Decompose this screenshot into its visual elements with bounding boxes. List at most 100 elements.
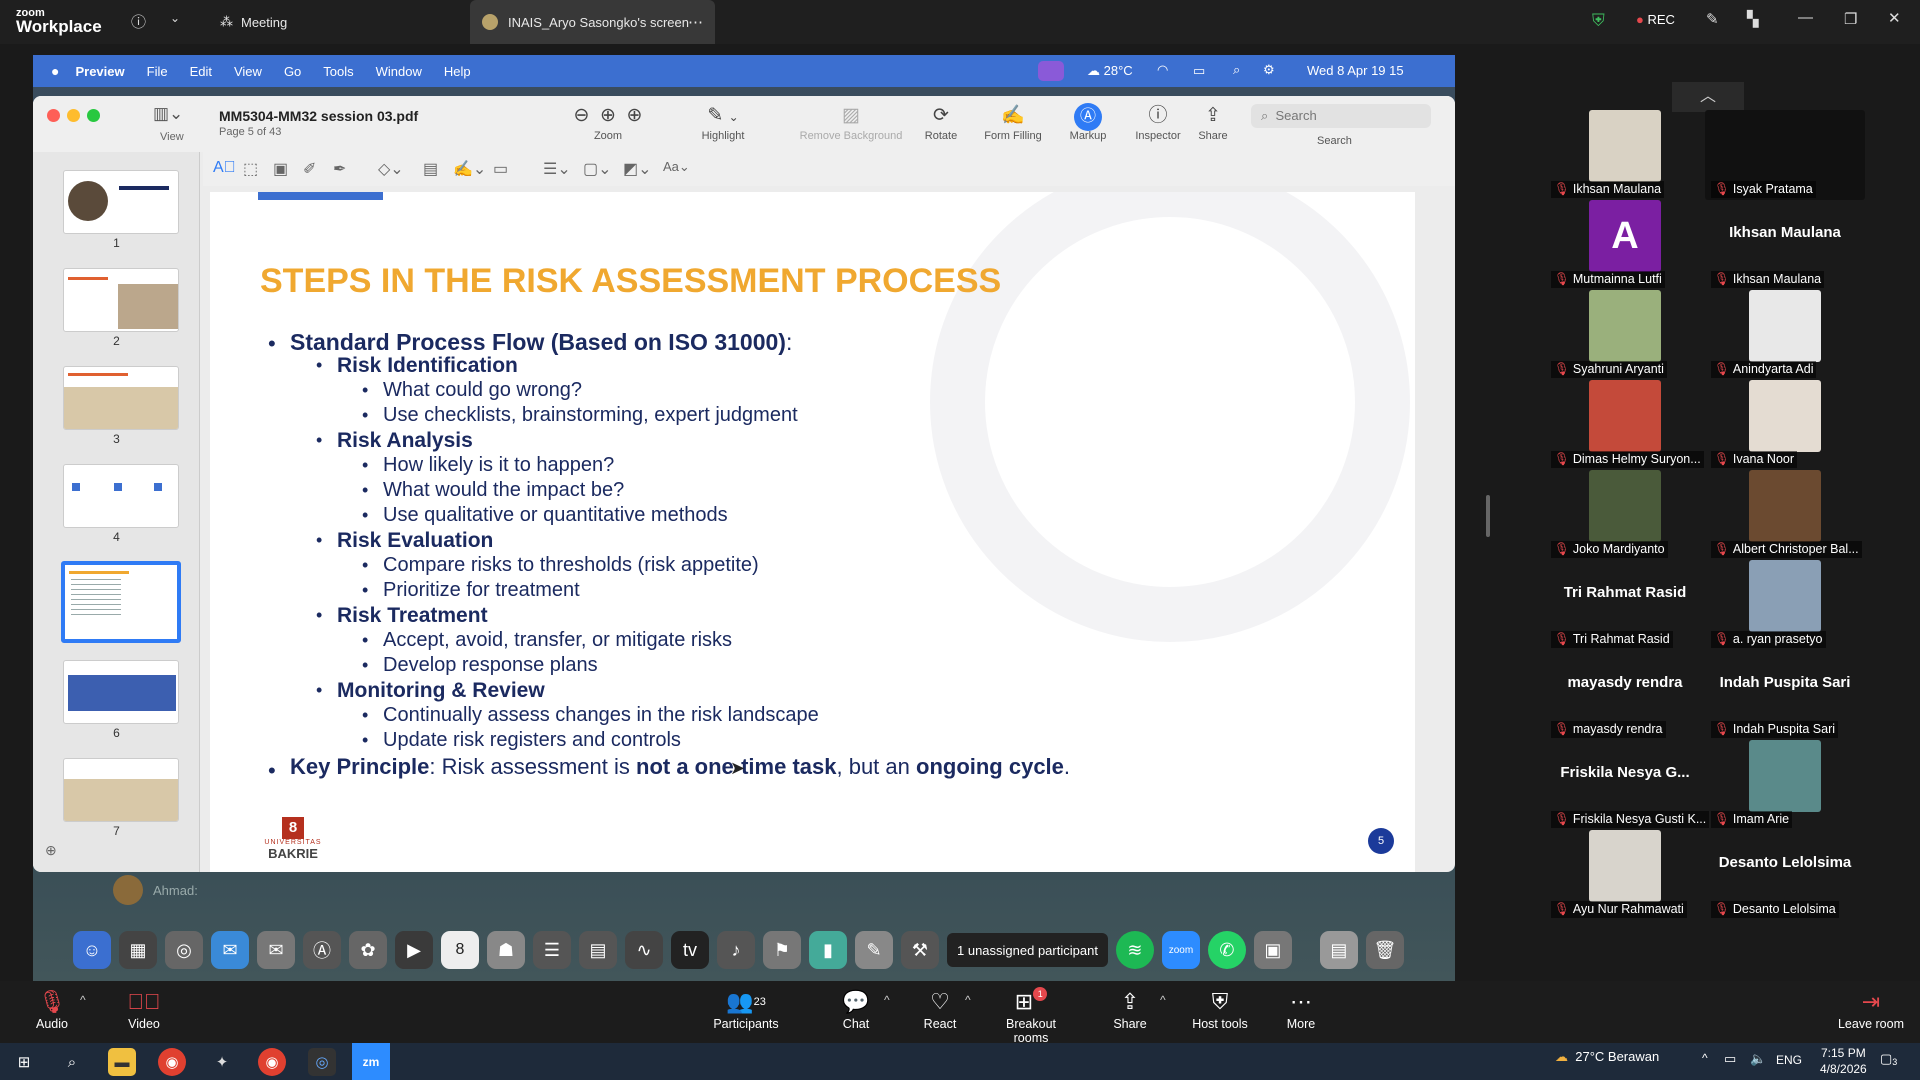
- note-icon[interactable]: ▭: [493, 159, 508, 179]
- collapse-gallery-button[interactable]: ︿: [1672, 82, 1744, 112]
- tv-icon[interactable]: tv: [671, 931, 709, 969]
- participant-tile[interactable]: 🎙 Ayu Nur Rahmawati: [1545, 830, 1705, 918]
- whatsapp-icon[interactable]: ✆: [1207, 931, 1246, 969]
- notes-icon[interactable]: ▤: [579, 931, 617, 969]
- menu-tools[interactable]: Tools: [323, 64, 353, 79]
- keynote-icon[interactable]: ⚑: [763, 931, 801, 969]
- add-page-icon[interactable]: ⊕: [45, 842, 57, 859]
- thumbnail-6[interactable]: [63, 660, 179, 724]
- search-input[interactable]: ⌕ Search: [1251, 104, 1431, 128]
- shape-style-icon[interactable]: ☰⌄: [543, 159, 571, 179]
- zoom-out-icon[interactable]: ⊖: [574, 105, 590, 126]
- search-icon[interactable]: ⌕: [58, 1048, 86, 1076]
- chrome-icon[interactable]: ◉: [158, 1048, 186, 1076]
- freeform-icon[interactable]: ∿: [625, 931, 663, 969]
- participant-tile[interactable]: 🎙 Isyak Pratama: [1705, 110, 1865, 200]
- participant-tile[interactable]: Tri Rahmat Rasid 🎙 Tri Rahmat Rasid: [1545, 560, 1705, 648]
- battery-icon[interactable]: ▭: [1193, 63, 1205, 79]
- participant-tile[interactable]: 🎙 Joko Mardiyanto: [1545, 470, 1705, 558]
- app-icon[interactable]: ✦: [208, 1048, 236, 1076]
- launchpad-icon[interactable]: ▦: [119, 931, 157, 969]
- maximize-icon[interactable]: ❐: [1844, 10, 1857, 28]
- layout-icon[interactable]: ▚: [1747, 10, 1759, 28]
- participant-tile[interactable]: Indah Puspita Sari 🎙 Indah Puspita Sari: [1705, 650, 1865, 738]
- chevron-up-icon[interactable]: ^: [1160, 993, 1166, 1007]
- shapes-icon[interactable]: ◇⌄: [378, 159, 404, 179]
- participants-button[interactable]: 👥23 Participants: [713, 987, 779, 1031]
- app-icon[interactable]: ▣: [1253, 931, 1292, 969]
- facetime-icon[interactable]: ▶: [395, 931, 433, 969]
- breakout-rooms-button[interactable]: ⊞ 1 Breakout rooms: [988, 987, 1074, 1045]
- tab-shared-screen[interactable]: INAIS_Aryo Sasongko's screen ⋯: [470, 0, 715, 44]
- highlight-button[interactable]: ✎ ⌄ Highlight: [678, 102, 768, 142]
- app-store-icon[interactable]: Ⓐ: [303, 931, 341, 969]
- sketch-icon[interactable]: ✐: [303, 159, 316, 179]
- thumbnail-7[interactable]: [63, 758, 179, 822]
- share-button[interactable]: ⇪ Share: [1183, 102, 1243, 142]
- thumbnail-1[interactable]: [63, 170, 179, 234]
- participant-tile[interactable]: 🎙 Syahruni Aryanti: [1545, 290, 1705, 378]
- calendar-icon[interactable]: 8: [441, 931, 479, 969]
- participant-tile[interactable]: Ikhsan Maulana 🎙 Ikhsan Maulana: [1705, 200, 1865, 288]
- participant-tile[interactable]: 🎙 Albert Christoper Bal...: [1705, 470, 1865, 558]
- language-indicator[interactable]: ENG: [1776, 1053, 1802, 1067]
- window-minimize-button[interactable]: [67, 109, 80, 122]
- window-zoom-button[interactable]: [87, 109, 100, 122]
- participant-tile[interactable]: 🎙 Dimas Helmy Suryon...: [1545, 380, 1705, 468]
- photos-icon[interactable]: ✿: [349, 931, 387, 969]
- border-color-icon[interactable]: ▢⌄: [583, 159, 612, 179]
- markup-button[interactable]: Ⓐ Markup: [1053, 102, 1123, 142]
- fill-color-icon[interactable]: ◩⌄: [623, 159, 652, 179]
- menu-file[interactable]: File: [147, 64, 168, 79]
- audio-button[interactable]: 🎙 Audio: [32, 987, 72, 1031]
- weather-widget[interactable]: ☁ 28°C: [1087, 63, 1133, 79]
- safari-icon[interactable]: ◎: [165, 931, 203, 969]
- zoom-in-icon[interactable]: ⊕: [627, 105, 643, 126]
- participant-tile[interactable]: mayasdy rendra 🎙 mayasdy rendra: [1545, 650, 1705, 738]
- chat-button[interactable]: 💬 Chat: [836, 987, 876, 1031]
- menu-go[interactable]: Go: [284, 64, 301, 79]
- screen-mirroring-icon[interactable]: [1038, 61, 1064, 81]
- notification-center-icon[interactable]: ▢3: [1880, 1051, 1897, 1067]
- menu-help[interactable]: Help: [444, 64, 471, 79]
- thumbnail-2[interactable]: [63, 268, 179, 332]
- participant-tile[interactable]: 🎙 Ivana Noor: [1705, 380, 1865, 468]
- react-button[interactable]: ♡ React: [920, 987, 960, 1031]
- weather-widget[interactable]: ☁ 27°C Berawan: [1555, 1049, 1659, 1065]
- participant-tile[interactable]: Friskila Nesya G... 🎙 Friskila Nesya Gusti…: [1545, 740, 1710, 828]
- remove-background-button[interactable]: ▨ Remove Background: [791, 102, 911, 142]
- chevron-up-icon[interactable]: ^: [80, 993, 86, 1007]
- participant-tile[interactable]: 🎙 Anindyarta Adi: [1705, 290, 1865, 378]
- draw-icon[interactable]: ✒: [333, 159, 346, 179]
- finder-icon[interactable]: ☺: [73, 931, 111, 969]
- menu-edit[interactable]: Edit: [190, 64, 212, 79]
- xcode-icon[interactable]: ⚒: [901, 931, 939, 969]
- trash-icon[interactable]: 🗑: [1365, 931, 1404, 969]
- zoom-taskbar-icon[interactable]: zm: [352, 1043, 390, 1080]
- form-filling-button[interactable]: ✍ Form Filling: [968, 102, 1058, 142]
- downloads-icon[interactable]: ▤: [1319, 931, 1358, 969]
- contacts-icon[interactable]: ☗: [487, 931, 525, 969]
- windows-start-icon[interactable]: ⊞: [10, 1048, 38, 1076]
- menu-window[interactable]: Window: [376, 64, 422, 79]
- wifi-icon[interactable]: ◠: [1157, 62, 1168, 78]
- mail-icon[interactable]: ✉: [257, 931, 295, 969]
- sidebar-toggle-icon[interactable]: ▥⌄: [153, 104, 183, 124]
- leave-room-button[interactable]: ⇥ Leave room: [1836, 987, 1906, 1031]
- sign-icon[interactable]: ✍⌄: [453, 159, 486, 179]
- more-button[interactable]: ⋯ More: [1281, 987, 1321, 1031]
- reminders-icon[interactable]: ☰: [533, 931, 571, 969]
- participant-tile[interactable]: A 🎙 Mutmainna Lutfi: [1545, 200, 1705, 288]
- participant-tile[interactable]: 🎙 a. ryan prasetyo: [1705, 560, 1865, 648]
- text-box-icon[interactable]: ▤: [423, 159, 438, 179]
- zoom-fit-icon[interactable]: ⊕: [600, 105, 616, 126]
- spotify-icon[interactable]: ≋: [1115, 931, 1154, 969]
- file-explorer-icon[interactable]: ▬: [108, 1048, 136, 1076]
- participant-tile[interactable]: Desanto Lelolsima 🎙 Desanto Lelolsima: [1705, 830, 1865, 918]
- rect-selection-icon[interactable]: ⬚: [243, 159, 258, 179]
- apple-icon[interactable]: ●: [51, 63, 59, 79]
- shield-check-icon[interactable]: ⛨: [1592, 11, 1605, 31]
- thumbnail-4[interactable]: [63, 464, 179, 528]
- music-icon[interactable]: ♪: [717, 931, 755, 969]
- close-icon[interactable]: ✕: [1888, 9, 1901, 27]
